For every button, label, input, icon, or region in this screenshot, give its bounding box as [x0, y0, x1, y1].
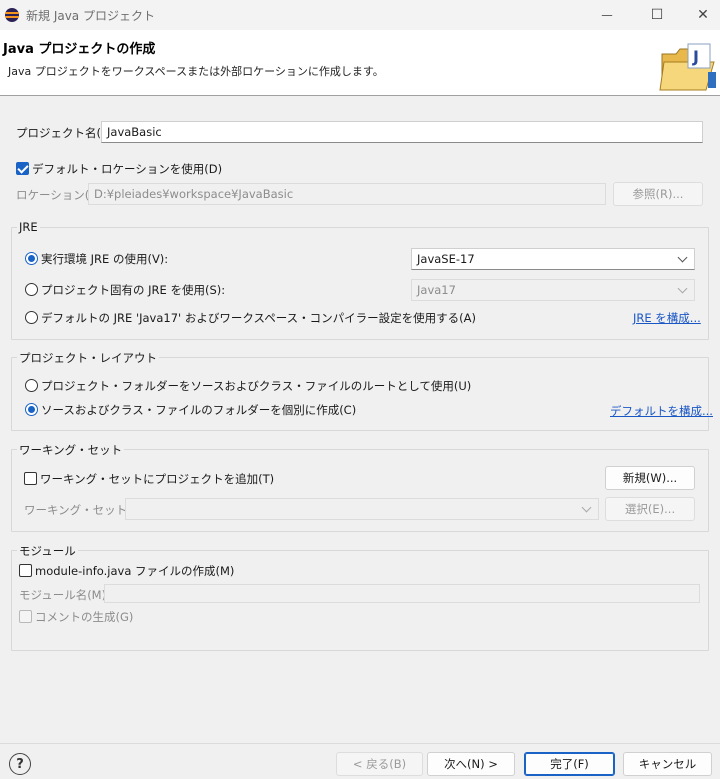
jre-default-radio[interactable] — [25, 311, 38, 324]
minimize-icon: — — [601, 8, 613, 22]
working-set-group-title: ワーキング・セット — [17, 442, 125, 458]
close-icon: ✕ — [697, 7, 709, 23]
module-group-title: モジュール — [17, 543, 78, 559]
chevron-down-icon — [581, 502, 592, 512]
next-button[interactable]: 次へ(N) > — [427, 752, 515, 776]
project-layout-group-title: プロジェクト・レイアウト — [17, 350, 159, 366]
back-button[interactable]: < 戻る(B) — [336, 752, 423, 776]
layout-root-radio[interactable] — [25, 379, 38, 392]
jre-project-radio[interactable] — [25, 283, 38, 296]
folder-icon: J — [659, 43, 716, 91]
browse-button[interactable]: 参照(R)... — [613, 182, 703, 206]
close-button[interactable]: ✕ — [680, 0, 720, 30]
project-name-input[interactable]: JavaBasic — [101, 121, 703, 143]
svg-text:J: J — [692, 47, 699, 66]
create-module-info-checkbox[interactable] — [19, 564, 32, 577]
layout-root-label: プロジェクト・フォルダーをソースおよびクラス・ファイルのルートとして使用(U) — [41, 379, 472, 393]
location-input[interactable]: D:¥pleiades¥workspace¥JavaBasic — [88, 183, 606, 205]
finish-button[interactable]: 完了(F) — [524, 752, 615, 776]
jre-env-value: JavaSE-17 — [417, 252, 475, 266]
maximize-button[interactable]: ☐ — [634, 0, 680, 30]
window-title: 新規 Java プロジェクト — [26, 9, 155, 23]
jre-env-label: 実行環境 JRE の使用(V): — [41, 252, 169, 266]
footer-separator — [0, 743, 720, 744]
chevron-down-icon — [677, 252, 688, 262]
working-sets-select[interactable] — [125, 498, 599, 520]
jre-env-select[interactable]: JavaSE-17 — [411, 248, 695, 270]
layout-separate-label: ソースおよびクラス・ファイルのフォルダーを個別に作成(C) — [41, 403, 357, 417]
project-layout-group — [11, 357, 709, 431]
configure-default-link[interactable]: デフォルトを構成... — [610, 403, 713, 419]
cancel-button[interactable]: キャンセル — [623, 752, 712, 776]
default-location-label: デフォルト・ロケーションを使用(D) — [32, 162, 223, 176]
jre-group-title: JRE — [17, 220, 40, 234]
help-icon: ? — [16, 756, 24, 772]
generate-comments-checkbox[interactable] — [19, 610, 32, 623]
add-working-set-label: ワーキング・セットにプロジェクトを追加(T) — [40, 472, 275, 486]
eclipse-app-icon — [5, 8, 19, 22]
add-working-set-checkbox[interactable] — [24, 472, 37, 485]
chevron-down-icon — [677, 283, 688, 293]
help-button[interactable]: ? — [9, 753, 31, 775]
maximize-icon: ☐ — [650, 7, 664, 23]
title-bar: 新規 Java プロジェクト — ☐ ✕ — [0, 0, 720, 30]
jre-env-radio[interactable] — [25, 252, 38, 265]
new-working-set-button[interactable]: 新規(W)... — [605, 466, 695, 490]
select-working-set-button[interactable]: 選択(E)... — [605, 497, 695, 521]
module-name-input[interactable] — [104, 584, 700, 603]
jre-project-select[interactable]: Java17 — [411, 279, 695, 301]
minimize-button[interactable]: — — [584, 0, 630, 30]
jre-project-label: プロジェクト固有の JRE を使用(S): — [41, 283, 226, 297]
default-location-checkbox[interactable] — [16, 162, 29, 175]
configure-jre-link[interactable]: JRE を構成... — [633, 310, 701, 326]
wizard-header: Java プロジェクトの作成 Java プロジェクトをワークスペースまたは外部ロ… — [0, 30, 720, 96]
layout-separate-radio[interactable] — [25, 403, 38, 416]
wizard-title: Java プロジェクトの作成 — [3, 42, 156, 57]
generate-comments-label: コメントの生成(G) — [35, 610, 134, 624]
jre-default-label: デフォルトの JRE 'Java17' およびワークスペース・コンパイラー設定を… — [41, 311, 476, 325]
jre-project-value: Java17 — [417, 283, 456, 297]
wizard-description: Java プロジェクトをワークスペースまたは外部ロケーションに作成します。 — [8, 65, 384, 78]
module-name-label: モジュール名(M): — [19, 588, 110, 602]
create-module-info-label: module-info.java ファイルの作成(M) — [35, 564, 235, 578]
